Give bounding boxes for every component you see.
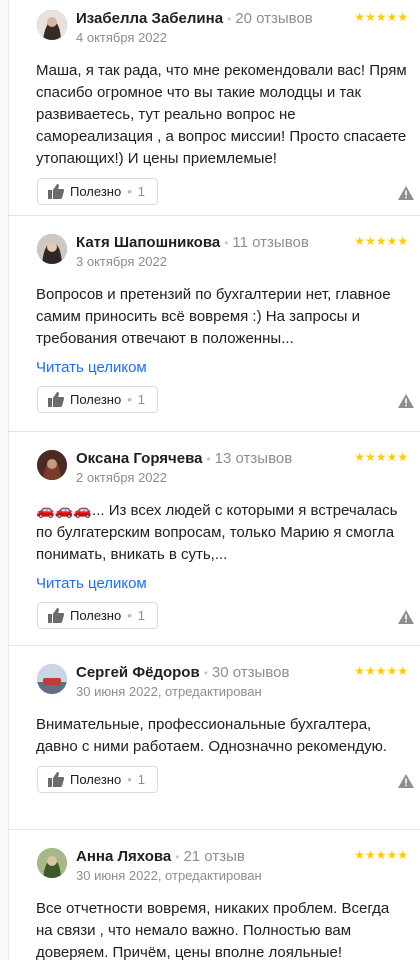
review-text: Вопросов и претензий по бухгалтерии нет,… [36,286,391,347]
rating-stars: ★★★★★ [354,848,408,862]
rating-stars: ★★★★★ [354,450,408,464]
review-footer: Полезно • 1 [36,170,420,220]
user-photo-icon [37,234,67,264]
author-reviews-count: 20 отзывов [235,10,313,27]
author-line: Катя Шапошникова • 11 отзывов [76,234,309,251]
author-line: Изабелла Забелина • 20 отзывов [76,10,313,27]
report-icon[interactable] [398,774,414,793]
review-card: Сергей Фёдоров • 30 отзывов 30 июня 2022, … [8,646,420,830]
rating-stars: ★★★★★ [354,234,408,248]
useful-button[interactable]: Полезно • 1 [37,602,158,629]
review-footer: Полезно • 1 [36,378,420,428]
report-icon[interactable] [398,186,414,205]
read-more-link[interactable]: Читать целиком [36,574,420,594]
review-date: 4 октября 2022 [76,30,167,45]
rating-stars: ★★★★★ [354,664,408,678]
avatar[interactable] [37,848,67,878]
useful-label: Полезно [70,772,122,787]
author-reviews-count: 11 отзывов [232,234,309,251]
author-name[interactable]: Оксана Горячева [76,450,202,467]
rating-stars: ★★★★★ [354,10,408,24]
review-card: Оксана Горячева • 13 отзывов 2 октября 202… [8,432,420,646]
author-line: Анна Ляхова • 21 отзыв [76,848,245,865]
thumbs-up-icon [48,184,64,199]
report-icon[interactable] [398,394,414,413]
thumbs-up-icon [48,392,64,407]
review-date: 30 июня 2022, отредактирован [76,684,262,699]
user-photo-icon [37,450,67,480]
review-card: Анна Ляхова • 21 отзыв 30 июня 2022, отред… [8,830,420,970]
review-card: Катя Шапошникова • 11 отзывов 3 октября 20… [8,216,420,432]
useful-count: 1 [137,184,145,199]
author-name[interactable]: Катя Шапошникова [76,234,220,251]
avatar[interactable] [37,450,67,480]
useful-button[interactable]: Полезно • 1 [37,178,158,205]
thumbs-up-icon [48,608,64,623]
review-text: 🚗🚗🚗... Из всех людей с которыми я встреч… [36,502,398,563]
useful-button[interactable]: Полезно • 1 [37,386,158,413]
author-name[interactable]: Изабелла Забелина [76,10,223,27]
user-photo-icon [37,848,67,878]
useful-label: Полезно [70,392,122,407]
reviews-feed: Изабелла Забелина • 20 отзывов 4 октября 2… [8,0,420,970]
report-icon[interactable] [398,610,414,629]
review-header: Оксана Горячева • 13 отзывов 2 октября 202… [36,446,420,486]
author-reviews-count: 21 отзыв [183,848,245,865]
review-text: Маша, я так рада, что мне рекомендовали … [36,62,407,167]
useful-label: Полезно [70,184,122,199]
useful-count: 1 [137,392,145,407]
author-name[interactable]: Сергей Фёдоров [76,664,200,681]
review-date: 3 октября 2022 [76,254,167,269]
avatar[interactable] [37,664,67,694]
author-reviews-count: 30 отзывов [211,664,290,681]
useful-button[interactable]: Полезно • 1 [37,766,158,793]
author-line: Оксана Горячева • 13 отзывов [76,450,293,467]
review-text: Все отчетности вовремя, никаких проблем.… [36,900,390,961]
useful-label: Полезно [70,608,122,623]
user-photo-icon [37,10,67,40]
review-header: Сергей Фёдоров • 30 отзывов 30 июня 2022, … [36,660,420,700]
useful-count: 1 [137,608,145,623]
review-text: Внимательные, профессиональные бухгалтер… [36,716,388,755]
thumbs-up-icon [48,772,64,787]
review-date: 30 июня 2022, отредактирован [76,868,262,883]
author-name[interactable]: Анна Ляхова [76,848,171,865]
avatar[interactable] [37,234,67,264]
avatar[interactable] [37,10,67,40]
review-header: Анна Ляхова • 21 отзыв 30 июня 2022, отред… [36,844,420,884]
read-more-link[interactable]: Читать целиком [36,358,420,378]
useful-count: 1 [137,772,145,787]
review-date: 2 октября 2022 [76,470,167,485]
review-footer: Полезно • 1 [36,758,420,808]
author-reviews-count: 13 отзывов [214,450,293,467]
author-line: Сергей Фёдоров • 30 отзывов [76,664,290,681]
review-header: Изабелла Забелина • 20 отзывов 4 октября 2… [36,6,420,46]
review-card: Изабелла Забелина • 20 отзывов 4 октября 2… [8,0,420,216]
review-header: Катя Шапошникова • 11 отзывов 3 октября 20… [36,230,420,270]
review-footer: Полезно • 1 [36,594,420,644]
user-photo-icon [37,664,67,694]
